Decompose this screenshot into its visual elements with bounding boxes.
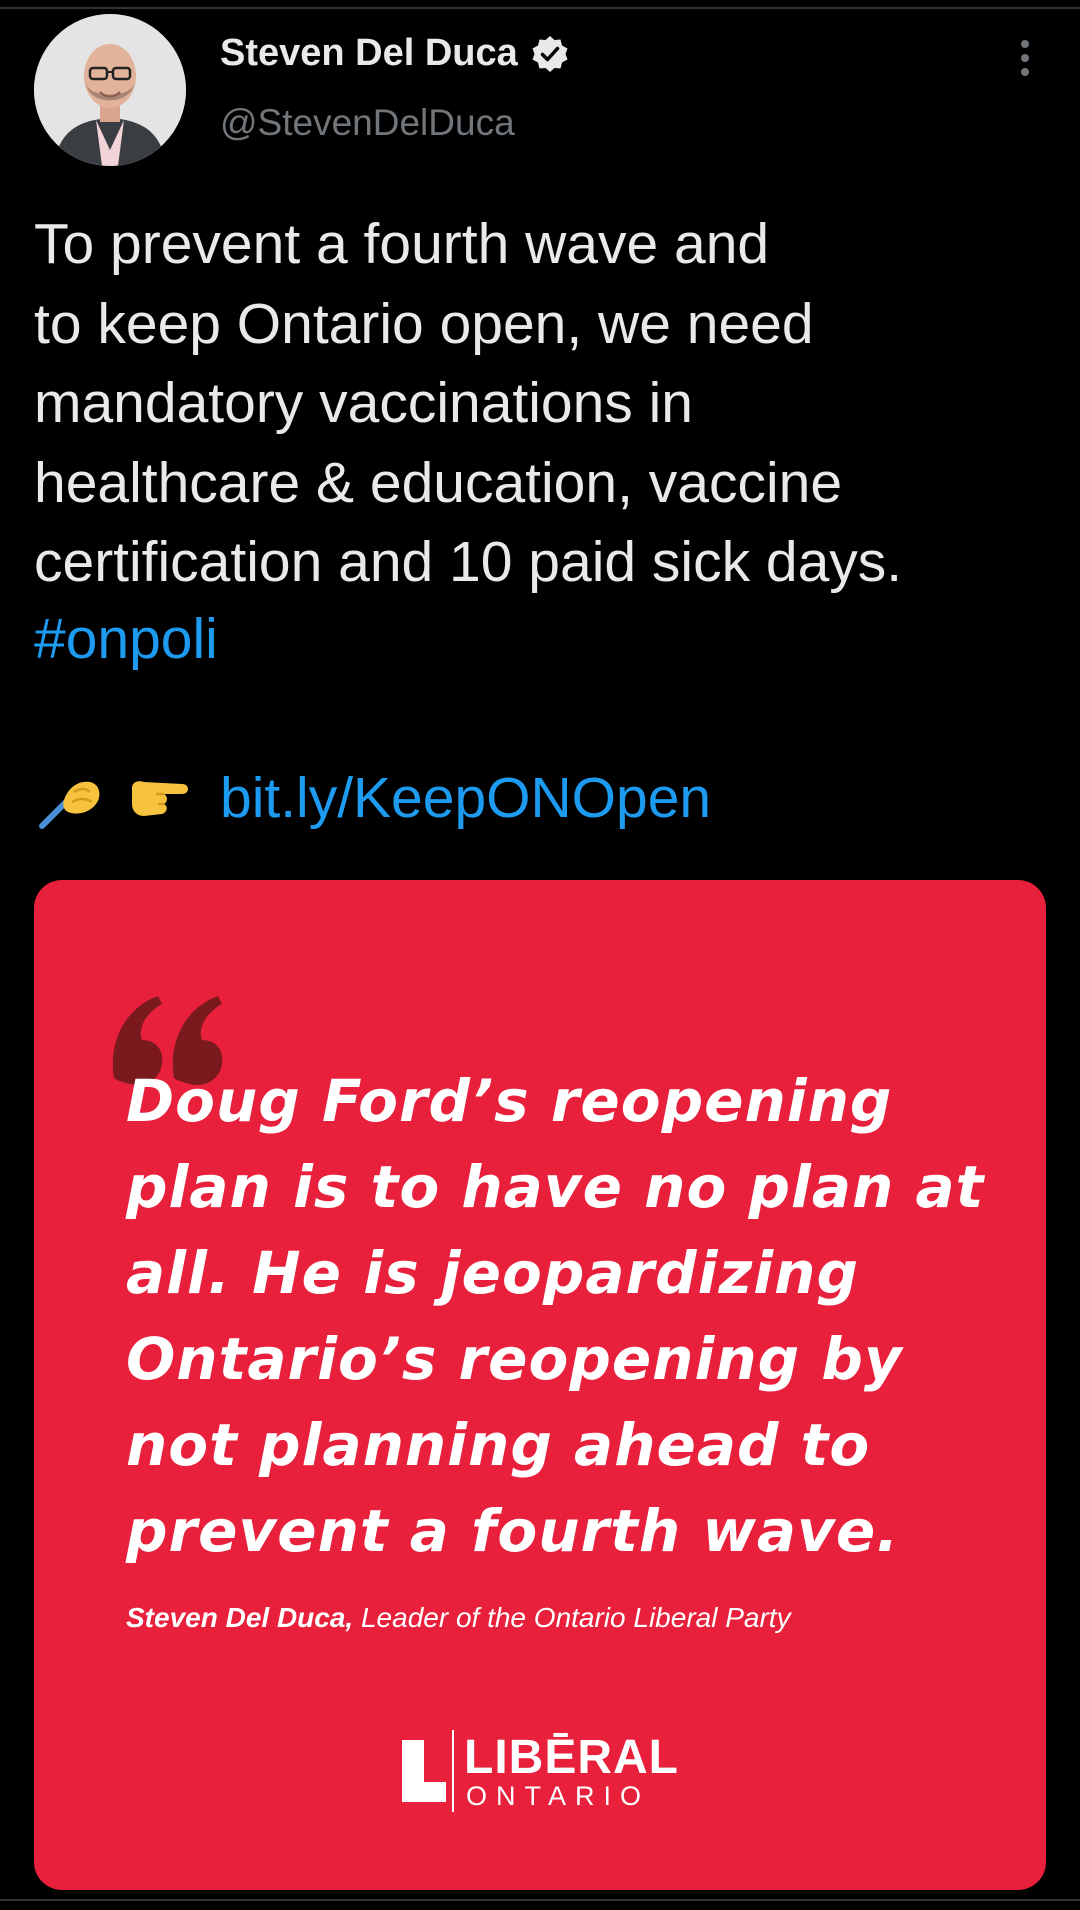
attribution-role: Leader of the Ontario Liberal Party <box>360 1602 791 1633</box>
handle[interactable]: @StevenDelDuca <box>220 102 515 144</box>
liberal-l-icon <box>402 1740 446 1802</box>
logo-wordmark: LIBĒRAL <box>464 1731 679 1784</box>
display-name[interactable]: Steven Del Duca <box>220 32 518 75</box>
quote-card-image[interactable]: Doug Ford’s reopening plan is to have no… <box>34 880 1046 1890</box>
tweet-text: To prevent a fourth wave and to keep Ont… <box>34 212 903 594</box>
logo-subtitle: ONTARIO <box>466 1781 650 1811</box>
quote-attribution: Steven Del Duca, Leader of the Ontario L… <box>126 1602 791 1634</box>
writing-hand-emoji-icon <box>39 781 100 829</box>
attribution-name: Steven Del Duca, <box>126 1602 354 1633</box>
tweet-link[interactable]: bit.ly/KeepONOpen <box>220 765 711 831</box>
logo-divider <box>452 1730 454 1812</box>
link-line: bit.ly/KeepONOpen <box>34 758 711 838</box>
quote-text: Doug Ford’s reopening plan is to have no… <box>126 1067 985 1565</box>
more-options-icon[interactable] <box>1010 36 1040 80</box>
profile-photo-icon <box>34 14 186 166</box>
pointing-right-emoji-icon <box>132 781 188 816</box>
verified-badge-icon <box>532 35 568 72</box>
bottom-divider <box>0 1899 1080 1901</box>
hashtag-link[interactable]: #onpoli <box>34 600 218 680</box>
top-divider <box>0 7 1080 9</box>
liberal-ontario-logo: LIBĒRAL ONTARIO <box>402 1730 682 1820</box>
display-name-row[interactable]: Steven Del Duca <box>220 32 570 75</box>
avatar[interactable] <box>34 14 186 166</box>
